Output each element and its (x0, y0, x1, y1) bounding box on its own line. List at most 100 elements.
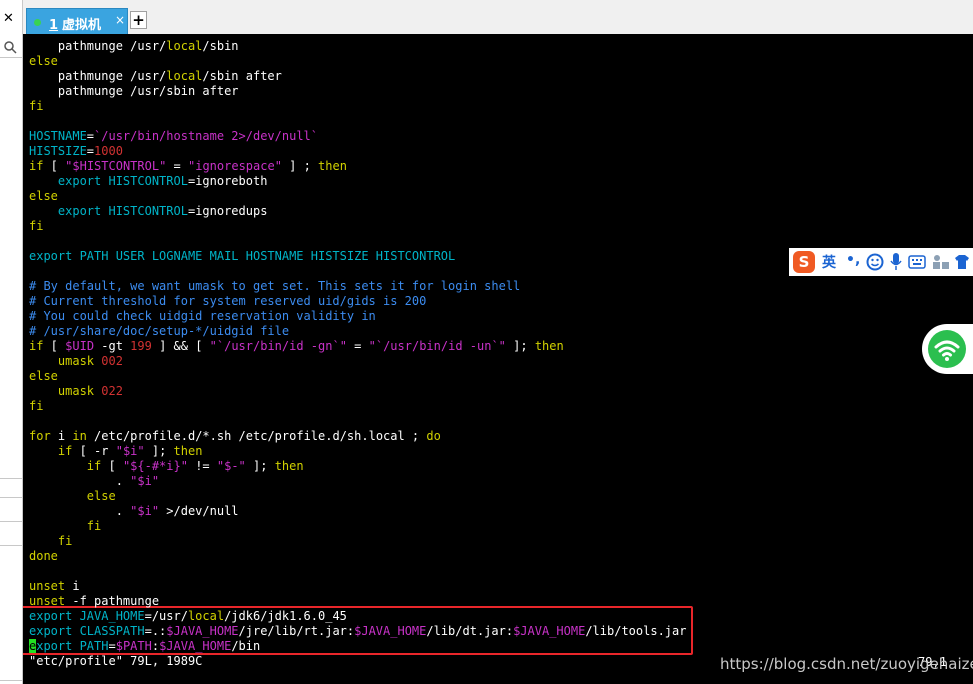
code-token: pathmunge /usr/ (29, 39, 167, 53)
code-token: $JAVA_HOME (166, 624, 239, 638)
mic-icon[interactable] (889, 252, 903, 272)
code-token: i (50, 429, 73, 443)
code-token: "`/usr/bin/id -un`" (368, 339, 506, 353)
terminal-line: # By default, we want umask to get set. … (29, 279, 520, 294)
code-token: . (29, 474, 131, 488)
code-token: [ (43, 339, 66, 353)
terminal-line: done (29, 549, 58, 564)
keyboard-icon[interactable] (908, 255, 926, 269)
terminal-line: if [ "$HISTCONTROL" = "ignorespace" ] ; … (29, 159, 347, 174)
terminal-line: else (29, 189, 58, 204)
terminal-line: fi (29, 99, 43, 114)
code-token: umask (29, 384, 102, 398)
ime-punct-toggle[interactable]: •, (846, 252, 860, 268)
code-token: export PATH USER LOGNAME MAIL HOSTNAME H… (29, 249, 456, 263)
code-token: HISTSIZE (29, 144, 87, 158)
divider (0, 680, 22, 681)
terminal-line: HISTSIZE=1000 (29, 144, 123, 159)
code-token: export HISTCONTROL (29, 204, 188, 218)
terminal[interactable]: 79,1 pathmunge /usr/local/sbin else pathm… (23, 34, 973, 684)
code-token: -f pathmunge (65, 594, 160, 608)
status-line: "etc/profile" 79L, 1989C (29, 654, 202, 669)
terminal-line: export HISTCONTROL=ignoreboth (29, 174, 268, 189)
code-token: HOSTNAME (29, 129, 87, 143)
terminal-line: # You could check uidgid reservation val… (29, 309, 376, 324)
code-token: = (108, 639, 116, 653)
watermark: https://blog.csdn.net/zuoyigehaizei (720, 655, 973, 673)
tab-bar: 1 虚拟机 × + (23, 0, 973, 34)
code-token: "${-#*i}" (122, 459, 188, 473)
code-token: [ (101, 459, 123, 473)
code-token: ignoreboth (195, 174, 268, 188)
tools-icon[interactable] (932, 254, 950, 270)
ime-mode-toggle[interactable]: 英 (822, 252, 836, 272)
code-token: # /usr/share/doc/setup-*/uidgid file (29, 324, 290, 338)
terminal-line: umask 022 (29, 384, 123, 399)
code-token: "$i" (130, 474, 160, 488)
tab-vm[interactable]: 1 虚拟机 × (26, 8, 128, 34)
wifi-icon (928, 330, 966, 368)
code-token: /sbin (202, 39, 239, 53)
tab-close-icon[interactable]: × (115, 13, 125, 27)
code-token: `/usr/bin/hostname 2>/dev/null` (94, 129, 318, 143)
status-dot-icon (34, 19, 41, 26)
code-token: [ -r (72, 444, 116, 458)
code-token: "ignorespace" (188, 159, 282, 173)
terminal-line: else (29, 369, 58, 384)
code-token: export CLASSPATH (29, 624, 145, 638)
code-token: 002 (101, 354, 123, 368)
code-token: != (187, 459, 217, 473)
sogou-logo-icon[interactable]: S (793, 251, 815, 273)
code-token: if (29, 339, 44, 353)
divider (0, 545, 22, 546)
code-token: "$i" (130, 504, 160, 518)
divider (0, 521, 22, 522)
code-token: ] ; (281, 159, 319, 173)
code-token: xport PATH (36, 639, 109, 653)
code-token: then (534, 339, 564, 353)
emoji-icon[interactable] (866, 253, 884, 271)
code-token: if (29, 159, 44, 173)
code-token: then (173, 444, 203, 458)
terminal-line: export PATH USER LOGNAME MAIL HOSTNAME H… (29, 249, 455, 264)
skin-icon[interactable] (953, 253, 971, 271)
code-token: local (187, 609, 225, 623)
code-token: 022 (101, 384, 123, 398)
code-token: $JAVA_HOME (354, 624, 427, 638)
code-token: ]; (245, 459, 275, 473)
terminal-line: pathmunge /usr/local/sbin after (29, 69, 282, 84)
terminal-line: fi (29, 534, 72, 549)
code-token: . (29, 504, 131, 518)
code-token: fi (29, 399, 44, 413)
code-token: unset (29, 579, 66, 593)
wifi-widget[interactable] (922, 324, 973, 374)
code-token: $UID (65, 339, 95, 353)
search-icon[interactable] (3, 40, 17, 54)
left-panel: ✕ (0, 0, 23, 684)
code-token: .: (151, 624, 167, 638)
code-token: ]; (505, 339, 535, 353)
code-token: else (29, 54, 58, 68)
code-token: if (29, 444, 73, 458)
code-token: for (29, 429, 51, 443)
code-token: 199 (130, 339, 152, 353)
close-icon[interactable]: ✕ (3, 11, 14, 26)
code-token: 1000 (94, 144, 123, 158)
terminal-line: # /usr/share/doc/setup-*/uidgid file (29, 324, 289, 339)
terminal-line: else (29, 489, 116, 504)
terminal-line: export JAVA_HOME=/usr/local/jdk6/jdk1.6.… (29, 609, 347, 624)
code-token: fi (29, 534, 73, 548)
code-token: = (144, 624, 152, 638)
code-token: /bin (231, 639, 261, 653)
terminal-line: if [ "${-#*i}" != "$-" ]; then (29, 459, 304, 474)
code-token: "$-" (216, 459, 246, 473)
add-tab-button[interactable]: + (130, 11, 147, 29)
code-token: local (166, 39, 203, 53)
code-token: "$i" (115, 444, 145, 458)
code-token: pathmunge /usr/sbin after (29, 84, 239, 98)
terminal-line: pathmunge /usr/local/sbin (29, 39, 239, 54)
code-token: fi (29, 219, 44, 233)
code-token: $PATH (115, 639, 152, 653)
code-token: /etc/profile.d/*.sh /etc/profile.d/sh.lo… (86, 429, 427, 443)
code-token: # Current threshold for system reserved … (29, 294, 427, 308)
